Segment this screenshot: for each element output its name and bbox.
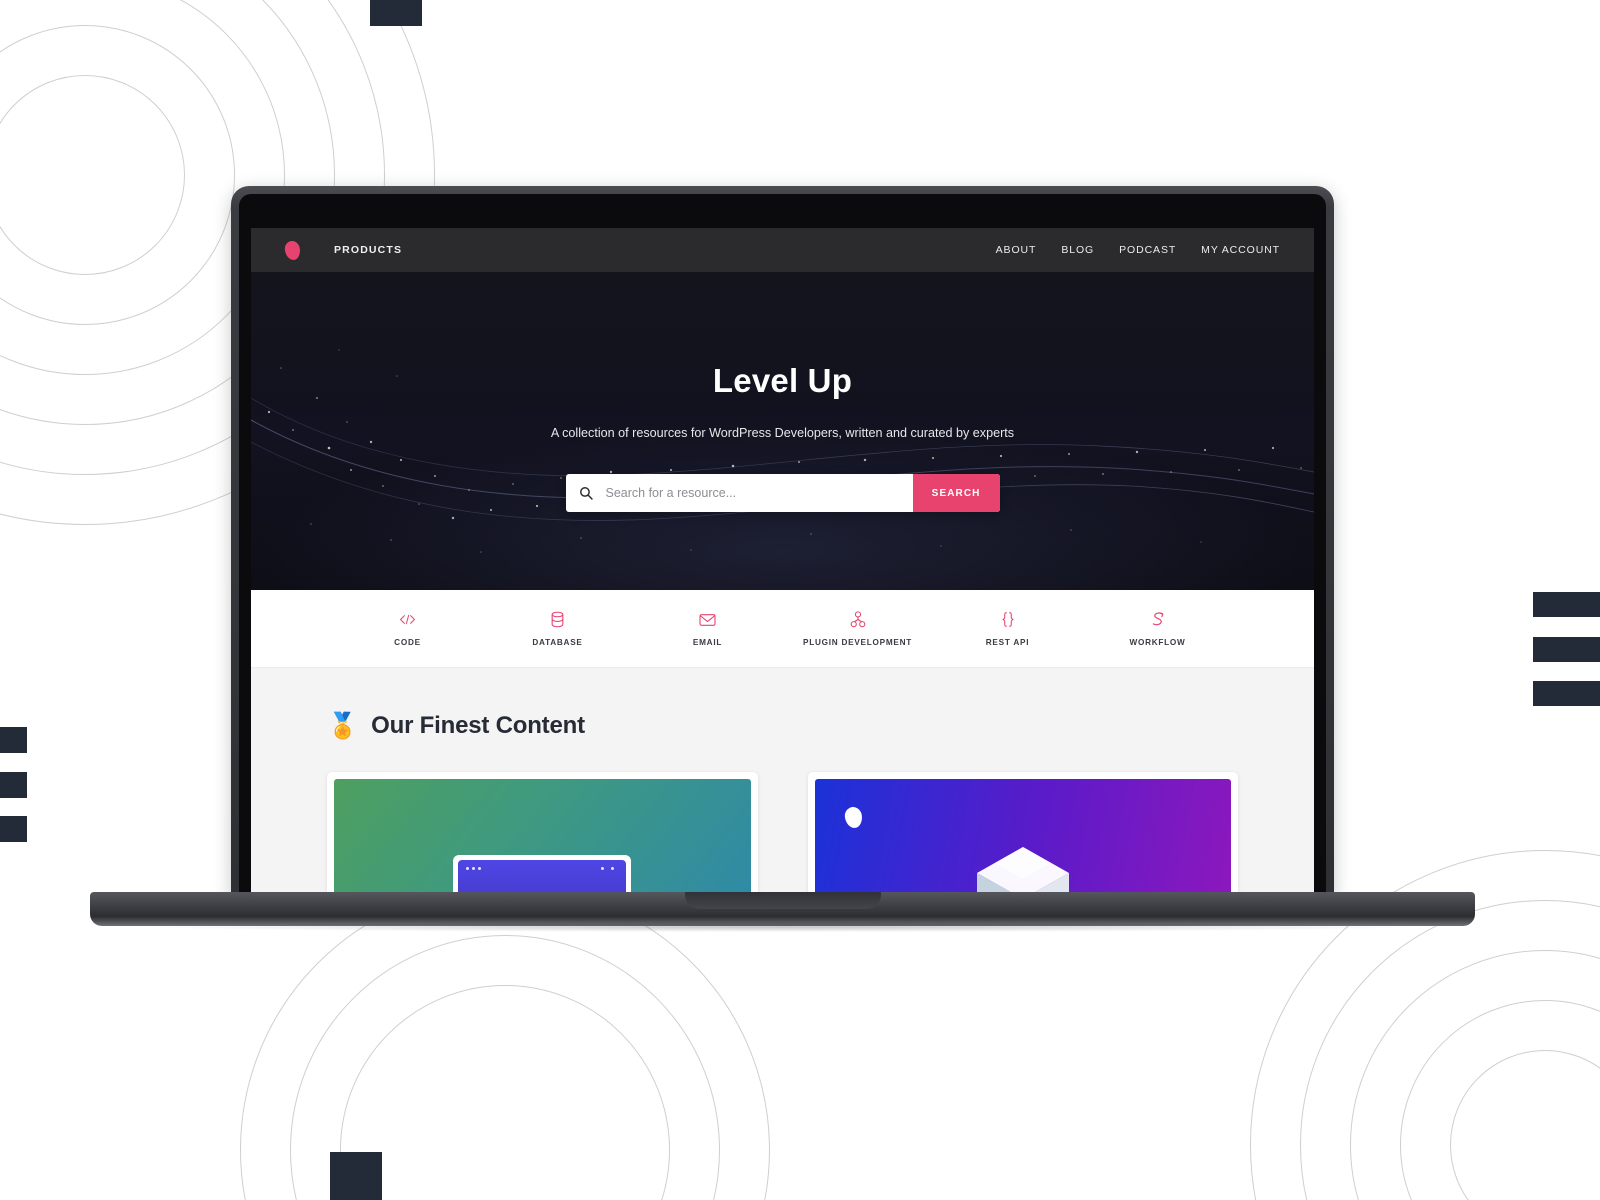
category-item-rest-api[interactable]: REST API (933, 608, 1083, 650)
website-viewport: PRODUCTS ABOUT BLOG PODCAST MY ACCOUNT L… (251, 228, 1314, 896)
products-nav-link[interactable]: PRODUCTS (334, 244, 402, 256)
laptop-lid: PRODUCTS ABOUT BLOG PODCAST MY ACCOUNT L… (231, 186, 1334, 898)
search-input[interactable] (605, 486, 913, 500)
section-title: Our Finest Content (371, 712, 585, 739)
envelope-icon (633, 608, 783, 632)
category-item-plugin-development[interactable]: PLUGIN DEVELOPMENT (783, 608, 933, 650)
laptop-base (90, 892, 1475, 926)
database-icon (483, 608, 633, 632)
workflow-arrow-icon (1083, 608, 1233, 632)
category-label: REST API (985, 637, 1030, 647)
finest-content-section: 🏅 Our Finest Content (251, 668, 1314, 896)
category-item-code[interactable]: CODE (333, 608, 483, 650)
primary-navigation: ABOUT BLOG PODCAST MY ACCOUNT (996, 244, 1280, 256)
nav-link-my-account[interactable]: MY ACCOUNT (1201, 244, 1280, 256)
medal-icon: 🏅 (327, 711, 359, 740)
card-media-green (334, 779, 751, 896)
decor-square-right-3 (1533, 681, 1600, 706)
content-card[interactable] (807, 772, 1238, 896)
category-label: DATABASE (532, 637, 583, 647)
hero-subtitle: A collection of resources for WordPress … (550, 426, 1015, 440)
decor-square-left-1 (0, 727, 27, 753)
laptop-screen: PRODUCTS ABOUT BLOG PODCAST MY ACCOUNT L… (251, 228, 1314, 896)
nav-link-about[interactable]: ABOUT (996, 244, 1037, 256)
isometric-box-illustration (976, 847, 1069, 896)
decor-square-right-2 (1533, 637, 1600, 662)
browser-window-mockup (453, 855, 632, 896)
brand-group[interactable]: PRODUCTS (284, 239, 402, 261)
decor-square-top (370, 0, 422, 26)
decor-square-left-3 (0, 816, 27, 842)
content-card[interactable] (327, 772, 758, 896)
category-label: PLUGIN DEVELOPMENT (802, 637, 913, 647)
category-label: CODE (394, 637, 421, 647)
category-item-database[interactable]: DATABASE (483, 608, 633, 650)
curly-braces-icon (933, 608, 1083, 632)
hero-title: Level Up (712, 362, 853, 399)
wordpress-logo-icon (843, 806, 863, 829)
category-nav: CODE DATABASE EMAIL PLUGIN DEVELOPMENT R… (251, 590, 1314, 668)
decor-square-left-2 (0, 772, 27, 798)
nav-link-podcast[interactable]: PODCAST (1119, 244, 1176, 256)
content-card-grid (327, 772, 1238, 896)
laptop-mockup: PRODUCTS ABOUT BLOG PODCAST MY ACCOUNT L… (90, 186, 1475, 956)
search-bar: SEARCH (565, 474, 1000, 512)
category-label: EMAIL (692, 637, 723, 647)
decor-square-bottom (330, 1152, 382, 1200)
category-item-workflow[interactable]: WORKFLOW (1083, 608, 1233, 650)
category-label: WORKFLOW (1129, 637, 1186, 647)
card-media-purple (814, 779, 1231, 896)
decor-square-right-1 (1533, 592, 1600, 617)
nav-link-blog[interactable]: BLOG (1061, 244, 1094, 256)
laptop-bezel: PRODUCTS ABOUT BLOG PODCAST MY ACCOUNT L… (239, 194, 1326, 896)
laptop-shadow (150, 922, 1415, 932)
code-brackets-icon (333, 608, 483, 632)
section-heading: 🏅 Our Finest Content (327, 712, 1238, 740)
mockup-toolbar (458, 860, 627, 896)
search-icon (566, 486, 606, 500)
wordpress-logo-icon (284, 239, 301, 261)
category-item-email[interactable]: EMAIL (633, 608, 783, 650)
plugin-nodes-icon (783, 608, 933, 632)
site-topbar: PRODUCTS ABOUT BLOG PODCAST MY ACCOUNT (251, 228, 1314, 272)
hero-section: Level Up A collection of resources for W… (251, 272, 1314, 590)
search-button[interactable]: SEARCH (912, 474, 1000, 512)
